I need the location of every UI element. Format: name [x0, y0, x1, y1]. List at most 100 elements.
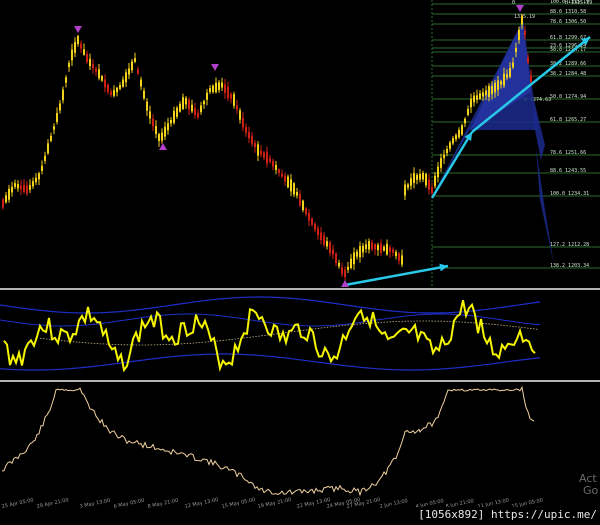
date-tick-label: 29 Apr 21:00 [36, 497, 69, 510]
candle-body [56, 113, 58, 122]
candle-body [272, 160, 274, 167]
fib-level-label: 50.0 1274.94 [550, 94, 586, 100]
candle-body [278, 169, 280, 174]
candle-body [116, 87, 118, 93]
trading-chart-window: 100.0 1315.19 88.6 1310.58 78.6 1306.50 61.… [0, 0, 600, 525]
candle-body [251, 136, 253, 144]
candle-body [410, 178, 412, 186]
candle-body [518, 29, 520, 41]
candle-body [335, 253, 337, 264]
fib-level-label: 100.0 1234.31 [550, 191, 589, 197]
candle-body [266, 151, 268, 164]
candle-body [257, 144, 259, 156]
candle-body [287, 176, 289, 188]
candle-body [284, 175, 286, 182]
candle-body [188, 99, 190, 110]
candle-body [494, 82, 496, 93]
candle-body [359, 246, 361, 258]
candle-body [83, 49, 85, 55]
candle-body [347, 266, 349, 270]
candle-body [527, 57, 529, 63]
candle-body [203, 100, 205, 105]
lower-indicator-line [1, 385, 535, 497]
candle-body [182, 97, 184, 109]
candle-body [164, 126, 166, 137]
candle-body [386, 243, 388, 255]
candle-body [17, 183, 19, 189]
candle-body [320, 232, 322, 241]
candle-body [89, 58, 91, 67]
candle-body [5, 195, 7, 203]
candle-body [2, 199, 4, 208]
candle-body [323, 235, 325, 245]
candle-body [215, 82, 217, 93]
candle-body [212, 85, 214, 93]
candle-body [113, 90, 115, 96]
candle-body [38, 173, 40, 180]
candle-body [14, 183, 16, 187]
fib-top-right-label: H 1315.19 [565, 0, 592, 6]
candle-body [227, 86, 229, 99]
candle-body [500, 81, 502, 85]
candle-body [443, 154, 445, 159]
fib-level-label: 78.6 1306.50 [550, 19, 586, 25]
candle-body [293, 183, 295, 195]
candle-body [194, 108, 196, 115]
candle-body [308, 212, 310, 221]
candle-body [140, 79, 142, 87]
trend-arrow-bottom [344, 264, 449, 287]
candle-body [326, 241, 328, 247]
candle-body [437, 166, 439, 178]
fractal-down-marker [211, 64, 219, 71]
chart-canvas[interactable]: 100.0 1315.1988.6 1310.5878.6 1306.5061.… [0, 0, 600, 525]
candle-body [389, 247, 391, 252]
candle-body [473, 95, 475, 103]
candle-body [467, 109, 469, 115]
candle-body [152, 118, 154, 127]
fib-level-label: 38.2 1284.48 [550, 71, 586, 77]
candle-body [32, 181, 34, 187]
candle-body [200, 105, 202, 113]
candle-body [218, 82, 220, 91]
candle-body [524, 30, 526, 36]
candle-body [191, 104, 193, 112]
candle-body [8, 188, 10, 200]
candle-body [356, 251, 358, 257]
osc-main-line [3, 299, 536, 373]
candle-body [521, 15, 523, 25]
candle-body [461, 125, 463, 135]
candle-body [71, 49, 73, 61]
candle-body [248, 131, 250, 139]
candle-body [413, 173, 415, 183]
candle-body [95, 68, 97, 72]
candle-body [86, 53, 88, 63]
candle-body [29, 185, 31, 190]
candle-body [416, 174, 418, 180]
candle-body [170, 119, 172, 124]
candle-body [62, 89, 64, 101]
candle-body [488, 86, 490, 97]
candle-body [449, 142, 451, 149]
candle-body [110, 91, 112, 96]
fractal-markers [74, 5, 524, 287]
fractal-down-marker [74, 26, 82, 33]
candle-body [281, 173, 283, 177]
candle-body [137, 69, 139, 74]
candle-body [167, 123, 169, 131]
candle-body [395, 251, 397, 257]
fib-level-label: 138.2 1203.34 [550, 263, 589, 269]
candle-body [275, 165, 277, 170]
candle-body [407, 184, 409, 188]
activate-watermark-line2: Go t [583, 484, 600, 497]
candle-body [50, 135, 52, 141]
osc-lower-band [0, 353, 541, 371]
candle-body [92, 64, 94, 69]
candle-body [428, 179, 430, 190]
candle-body [101, 76, 103, 81]
candle-body [296, 192, 298, 196]
candle-body [20, 185, 22, 190]
date-tick-label: 19 May 21:00 [257, 497, 292, 510]
candle-body [497, 80, 499, 90]
date-tick-label: 8 May 21:00 [147, 498, 179, 510]
candle-body [401, 255, 403, 265]
